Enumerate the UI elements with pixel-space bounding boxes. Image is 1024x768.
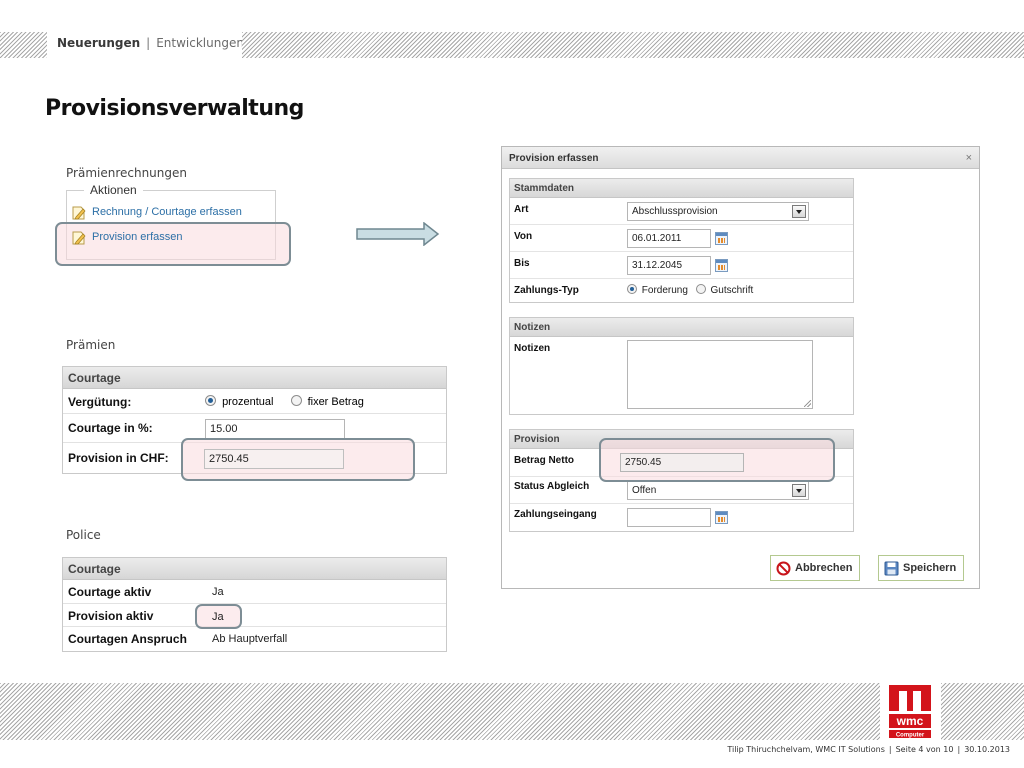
praemienrechnungen-label: Prämienrechnungen	[66, 166, 188, 180]
header-hatch-right	[242, 32, 1024, 58]
calendar-icon[interactable]	[715, 232, 728, 245]
von-input[interactable]: 06.01.2011	[627, 229, 711, 248]
note-edit-icon	[72, 205, 86, 220]
bis-label: Bis	[514, 258, 530, 269]
police-row-label: Courtagen Anspruch	[68, 632, 187, 646]
radio-fixer-betrag[interactable]	[290, 395, 302, 406]
arrow-right-icon	[356, 222, 440, 246]
betrag-label: Betrag Netto	[514, 455, 575, 466]
footer-hatch-right	[941, 683, 1024, 740]
link-label: Rechnung / Courtage erfassen	[92, 206, 242, 218]
art-label: Art	[514, 204, 529, 215]
stammdaten-panel: Stammdaten Art Abschlussprovision Von 06…	[509, 178, 854, 303]
nav-separator: |	[146, 36, 151, 50]
art-row: Art Abschlussprovision	[510, 198, 853, 225]
panel-title: Courtage	[63, 558, 446, 580]
status-select[interactable]: Offen	[627, 481, 809, 500]
radio-forderung[interactable]	[627, 284, 637, 294]
footer-author: Tilip Thiruchchelvam, WMC IT Solutions	[727, 745, 885, 754]
zahlungstyp-radios: Forderung Gutschrift	[627, 284, 753, 296]
notizen-title: Notizen	[510, 318, 853, 337]
calendar-icon[interactable]	[715, 511, 728, 524]
praemien-label: Prämien	[66, 338, 116, 352]
provision-aktiv-value: Ja	[212, 611, 224, 623]
svg-text:Computer: Computer	[896, 733, 925, 739]
link-label: Provision erfassen	[92, 231, 183, 243]
link-rechnung-courtage-erfassen[interactable]: Rechnung / Courtage erfassen	[72, 203, 242, 221]
courtage-label: Courtage in %:	[68, 421, 153, 435]
footer-text: Tilip Thiruchchelvam, WMC IT Solutions | S…	[727, 745, 1010, 754]
chevron-down-icon	[792, 484, 806, 497]
chevron-down-icon	[792, 205, 806, 218]
verguetung-row: Vergütung: prozentual fixer Betrag	[63, 389, 446, 414]
footer-hatch-left	[0, 683, 880, 740]
breadcrumb: Neuerungen | Entwicklungen	[57, 36, 244, 54]
nav-entwicklungen[interactable]: Entwicklungen	[156, 36, 244, 50]
police-row: Provision aktiv	[63, 604, 446, 627]
provision-label: Provision in CHF:	[68, 451, 169, 465]
cancel-icon	[776, 561, 791, 576]
footer-separator: |	[888, 745, 892, 754]
page-title: Provisionsverwaltung	[45, 96, 304, 121]
bis-input[interactable]: 31.12.2045	[627, 256, 711, 275]
notizen-textarea[interactable]	[627, 340, 813, 409]
note-edit-icon	[72, 230, 86, 245]
header-hatch-left	[0, 32, 47, 58]
police-row-value: Ab Hauptverfall	[212, 633, 288, 645]
notizen-row: Notizen	[510, 337, 853, 414]
zahlungstyp-row: Zahlungs-Typ Forderung Gutschrift	[510, 279, 853, 303]
radio-gutschrift[interactable]	[695, 284, 706, 294]
abbrechen-label: Abbrechen	[795, 562, 853, 574]
radio-prozentual[interactable]	[205, 395, 216, 406]
footer-separator: |	[957, 745, 961, 754]
footer-date: 30.10.2013	[964, 745, 1010, 754]
wmc-logo: wmc Computer	[886, 684, 934, 740]
police-row-label: Provision aktiv	[68, 609, 154, 623]
speichern-button[interactable]: Speichern	[878, 555, 964, 581]
status-label: Status Abgleich	[514, 481, 590, 492]
verguetung-label: Vergütung:	[68, 395, 132, 409]
police-row: Courtage aktiv Ja	[63, 580, 446, 604]
von-label: Von	[514, 231, 533, 242]
police-courtage-panel: Courtage Courtage aktiv Ja Provision akt…	[62, 557, 447, 652]
radio-gutschrift-label: Gutschrift	[710, 285, 754, 296]
notizen-panel: Notizen Notizen	[509, 317, 854, 415]
von-row: Von 06.01.2011	[510, 225, 853, 252]
verguetung-radios: prozentual fixer Betrag	[205, 395, 364, 408]
zahlungseingang-label: Zahlungseingang	[514, 509, 597, 520]
art-select-value: Abschlussprovision	[632, 206, 718, 217]
save-icon	[884, 561, 899, 576]
betrag-input[interactable]: 2750.45	[620, 453, 744, 472]
nav-neuerungen[interactable]: Neuerungen	[57, 36, 140, 50]
radio-fixer-betrag-label: fixer Betrag	[307, 396, 364, 408]
speichern-label: Speichern	[903, 562, 957, 574]
police-row-value: Ja	[212, 586, 224, 598]
calendar-icon[interactable]	[715, 259, 728, 272]
police-row: Courtagen Anspruch Ab Hauptverfall	[63, 627, 446, 650]
dialog-title: Provision erfassen	[509, 153, 599, 164]
close-icon[interactable]: ×	[966, 152, 972, 164]
status-select-value: Offen	[632, 485, 657, 496]
radio-forderung-label: Forderung	[641, 285, 688, 296]
police-row-label: Courtage aktiv	[68, 585, 152, 599]
abbrechen-button[interactable]: Abbrechen	[770, 555, 860, 581]
zahlungstyp-label: Zahlungs-Typ	[514, 285, 579, 296]
provision-erfassen-dialog: Provision erfassen × Stammdaten Art Absc…	[501, 146, 980, 589]
bis-row: Bis 31.12.2045	[510, 252, 853, 279]
svg-text:wmc: wmc	[896, 714, 924, 728]
zahlungseingang-row: Zahlungseingang	[510, 504, 853, 531]
link-provision-erfassen[interactable]: Provision erfassen	[72, 228, 183, 246]
footer-page: Seite 4 von 10	[895, 745, 954, 754]
aktionen-legend: Aktionen	[84, 183, 143, 197]
provision-chf-input[interactable]: 2750.45	[204, 449, 344, 469]
courtage-input[interactable]: 15.00	[205, 419, 345, 439]
radio-prozentual-label: prozentual	[222, 396, 274, 408]
police-label: Police	[66, 528, 101, 542]
stammdaten-title: Stammdaten	[510, 179, 853, 198]
panel-title: Courtage	[63, 367, 446, 389]
zahlungseingang-input[interactable]	[627, 508, 711, 527]
notizen-label: Notizen	[514, 343, 551, 354]
art-select[interactable]: Abschlussprovision	[627, 202, 809, 221]
